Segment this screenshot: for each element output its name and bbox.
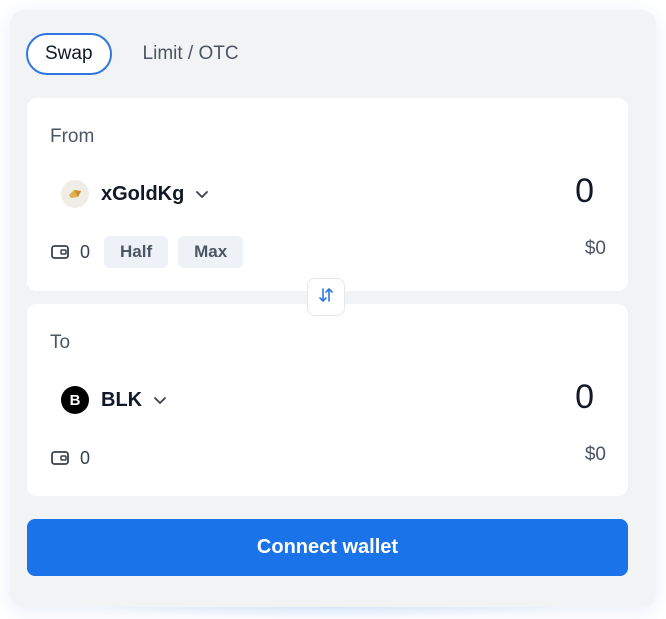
swap-panel: Swap Limit / OTC From xGoldKg 0 0 Half M… bbox=[10, 10, 656, 607]
from-card: From xGoldKg 0 0 Half Max $0 bbox=[27, 98, 628, 291]
to-token-select[interactable]: B BLK bbox=[61, 384, 168, 416]
chevron-down-icon bbox=[152, 392, 168, 408]
to-card: To B BLK 0 0 $0 bbox=[27, 304, 628, 496]
from-token-select[interactable]: xGoldKg bbox=[61, 178, 210, 210]
to-amount-output: 0 bbox=[575, 378, 594, 416]
tab-swap[interactable]: Swap bbox=[26, 33, 112, 75]
tab-limit-otc[interactable]: Limit / OTC bbox=[126, 33, 256, 75]
to-label: To bbox=[50, 332, 71, 353]
swap-vertical-icon bbox=[317, 286, 335, 309]
connect-wallet-button[interactable]: Connect wallet bbox=[27, 519, 628, 576]
half-button[interactable]: Half bbox=[104, 236, 169, 268]
from-token-symbol: xGoldKg bbox=[101, 182, 185, 205]
from-balance-row: 0 Half Max bbox=[50, 236, 253, 268]
to-balance-row: 0 bbox=[50, 442, 104, 474]
from-amount-input[interactable]: 0 bbox=[575, 172, 594, 211]
blk-token-letter: B bbox=[69, 391, 81, 409]
to-balance: 0 bbox=[80, 447, 91, 468]
wallet-icon bbox=[50, 242, 70, 262]
gold-coin-icon bbox=[61, 180, 89, 208]
to-usd-value: $0 bbox=[584, 444, 606, 465]
swap-direction-button[interactable] bbox=[307, 278, 345, 316]
from-label: From bbox=[50, 126, 95, 147]
chevron-down-icon bbox=[194, 186, 210, 202]
wallet-icon bbox=[50, 448, 70, 468]
max-button[interactable]: Max bbox=[178, 236, 244, 268]
swap-widget-stage: Swap Limit / OTC From xGoldKg 0 0 Half M… bbox=[0, 0, 666, 619]
from-balance: 0 bbox=[80, 241, 91, 262]
mode-tabs: Swap Limit / OTC bbox=[26, 32, 256, 76]
blk-token-icon: B bbox=[61, 386, 89, 414]
from-usd-value: $0 bbox=[584, 238, 606, 259]
to-token-symbol: BLK bbox=[101, 388, 143, 411]
